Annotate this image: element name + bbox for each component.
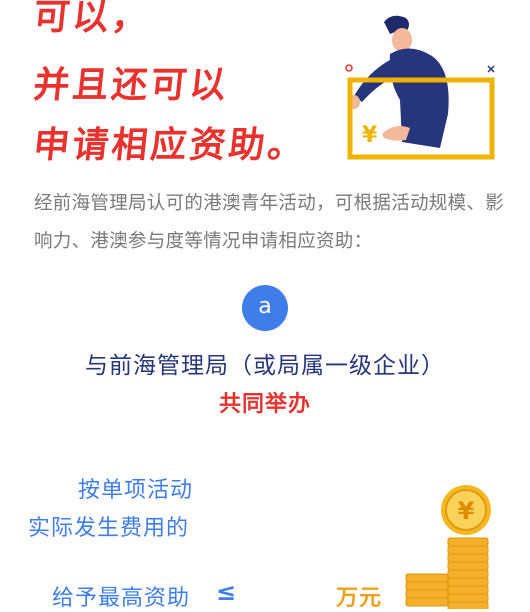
funding-line-3: 给予最高资助 — [52, 586, 191, 611]
gold-coins-icon: ¥ — [405, 485, 491, 609]
yuan-symbol-icon: ¥ — [362, 123, 378, 148]
less-than-or-equal-symbol: ≤ — [216, 578, 237, 606]
intro-paragraph: 经前海管理局认可的港澳青年活动，可根据活动规模、影响力、港澳参与度等情况申请相应… — [34, 193, 505, 252]
funding-line-2: 实际发生费用的 — [28, 516, 190, 541]
funding-line-1: 按单项活动 — [78, 478, 194, 503]
headline-line-3: 申请相应资助。 — [31, 125, 309, 166]
item-badge: a — [242, 285, 288, 331]
organizers-line: 与前海管理局（或局属一级企业） — [85, 353, 445, 379]
cohost-label: 共同举办 — [218, 392, 311, 417]
headline-line-2: 并且还可以 — [31, 65, 231, 106]
person-holding-card-icon: ¥ — [345, 15, 495, 160]
amount-unit: 万元 — [336, 586, 383, 611]
svg-text:¥: ¥ — [458, 497, 475, 525]
headline-line-1: 可以， — [31, 0, 153, 38]
